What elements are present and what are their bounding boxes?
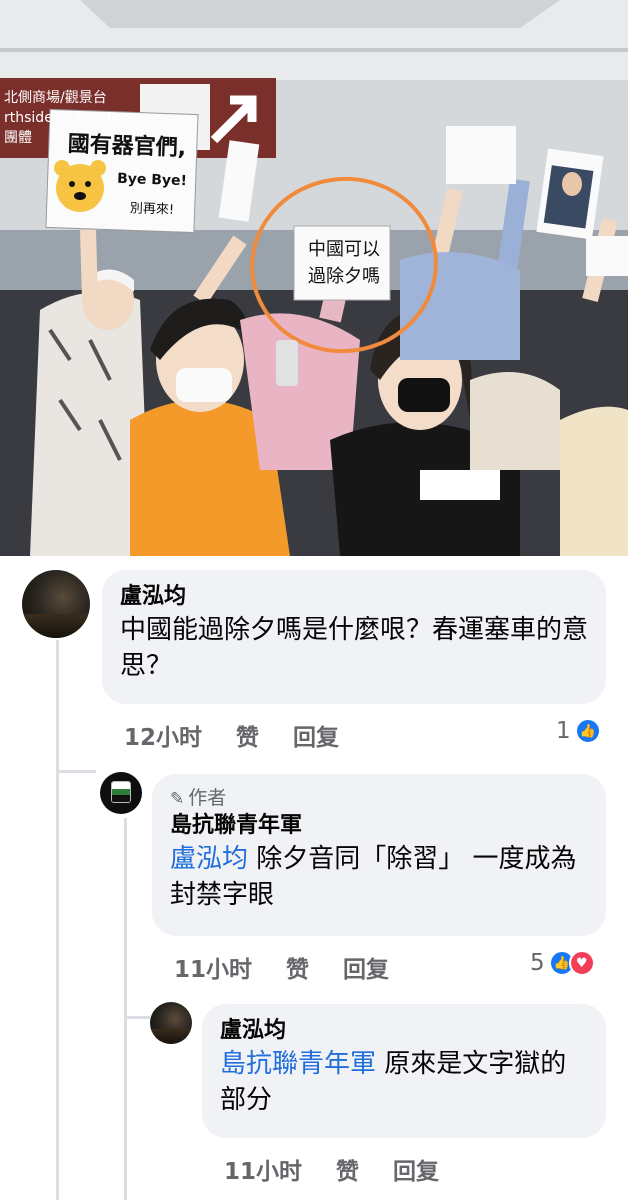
thread-line-main bbox=[56, 640, 59, 1200]
author-badge-label: 作者 bbox=[188, 787, 227, 809]
pencil-icon: ✎ bbox=[170, 789, 185, 809]
comment-actions: 12小时 赞 回复 bbox=[124, 718, 339, 752]
avatar[interactable] bbox=[150, 1002, 192, 1044]
comment-bubble: 盧泓均 島抗聯青年軍 原來是文字獄的部分 bbox=[202, 1004, 606, 1138]
comment-bubble: ✎ 作者 島抗聯青年軍 盧泓均 除夕音同「除習」 一度成為封禁字眼 bbox=[152, 774, 606, 936]
mention-link[interactable]: 盧泓均 bbox=[170, 844, 248, 874]
avatar[interactable] bbox=[100, 772, 142, 814]
avatar[interactable] bbox=[22, 570, 90, 638]
love-icon: ♥ bbox=[568, 950, 595, 976]
news-photo[interactable]: 北側商場/觀景台 rthside m ervatory 團體 國有器官們, By… bbox=[0, 0, 628, 556]
like-button[interactable]: 赞 bbox=[236, 718, 259, 752]
mention-link[interactable]: 島抗聯青年軍 bbox=[220, 1049, 376, 1079]
protest-sign-sub: 別再來! bbox=[129, 201, 175, 218]
comment-actions: 11小时 赞 回复 bbox=[174, 950, 389, 984]
reply-button[interactable]: 回复 bbox=[393, 1152, 439, 1186]
reaction-summary[interactable]: 1 👍 bbox=[556, 718, 601, 744]
comment-actions: 11小时 赞 回复 bbox=[224, 1152, 439, 1186]
thread-line-elbow-2 bbox=[124, 1016, 150, 1019]
reaction-count: 1 bbox=[556, 718, 571, 744]
reaction-summary[interactable]: 5 👍 ♥ bbox=[530, 950, 595, 976]
comment-timestamp[interactable]: 11小时 bbox=[174, 950, 252, 984]
comment-author[interactable]: 盧泓均 bbox=[220, 1016, 588, 1046]
protest-sign-bye: Bye Bye! bbox=[116, 170, 188, 190]
like-button[interactable]: 赞 bbox=[336, 1152, 359, 1186]
like-button[interactable]: 赞 bbox=[286, 950, 309, 984]
comment-text: 島抗聯青年軍 原來是文字獄的部分 bbox=[220, 1046, 588, 1118]
reply-button[interactable]: 回复 bbox=[343, 950, 389, 984]
comment-text: 中國能過除夕嗎是什麼哏？春運塞車的意思？ bbox=[120, 615, 589, 681]
thread-line-sub bbox=[124, 818, 127, 1200]
reply-button[interactable]: 回复 bbox=[293, 718, 339, 752]
circled-protest-sign: 中國可以 過除夕嗎 bbox=[298, 236, 390, 290]
comment-author[interactable]: 盧泓均 bbox=[120, 582, 588, 612]
reaction-count: 5 bbox=[530, 950, 545, 976]
circled-sign-line-1: 中國可以 bbox=[308, 239, 380, 260]
flag-icon bbox=[111, 781, 131, 803]
comment-timestamp[interactable]: 11小时 bbox=[224, 1152, 302, 1186]
comment-text: 盧泓均 除夕音同「除習」 一度成為封禁字眼 bbox=[170, 841, 588, 913]
next-comment-preview bbox=[206, 1192, 506, 1200]
like-icon: 👍 bbox=[574, 718, 601, 744]
comment-timestamp[interactable]: 12小时 bbox=[124, 718, 202, 752]
comment-bubble: 盧泓均 中國能過除夕嗎是什麼哏？春運塞車的意思？ bbox=[102, 570, 606, 704]
protest-sign-title: 國有器官們, bbox=[67, 131, 187, 162]
comment-author[interactable]: 島抗聯青年軍 bbox=[170, 811, 588, 841]
circled-sign-line-2: 過除夕嗎 bbox=[308, 266, 380, 287]
thread-line-elbow-1 bbox=[56, 770, 96, 773]
author-badge: ✎ 作者 bbox=[170, 786, 588, 811]
